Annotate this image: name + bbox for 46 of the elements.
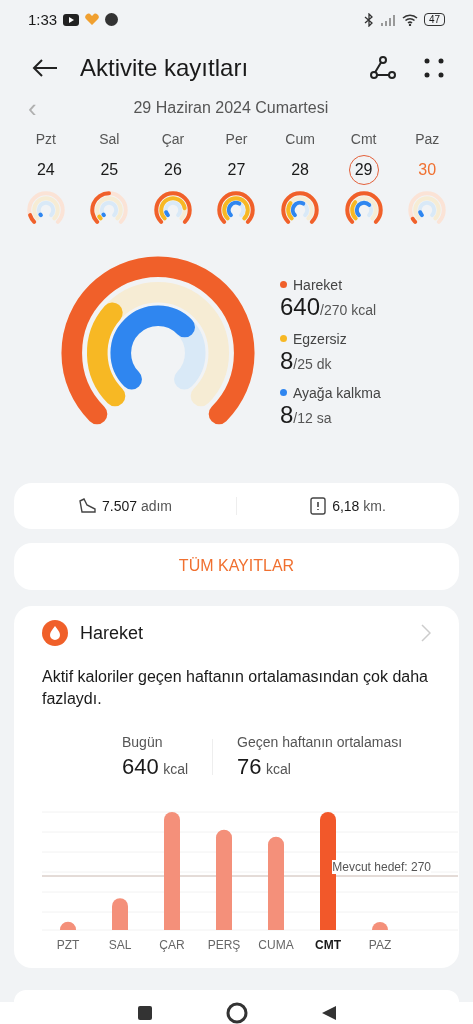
day-number[interactable]: 26 bbox=[157, 154, 188, 185]
recents-icon[interactable] bbox=[136, 1005, 153, 1021]
signal-icon bbox=[379, 13, 396, 26]
status-time: 1:33 bbox=[28, 11, 58, 29]
circle-icon bbox=[105, 13, 119, 27]
day-number[interactable]: 24 bbox=[30, 154, 61, 185]
day-number[interactable]: 27 bbox=[221, 154, 252, 185]
weekday-label: Cmt bbox=[350, 130, 377, 149]
video-icon bbox=[63, 13, 80, 26]
shoe-icon bbox=[77, 497, 96, 514]
axis-label: SAL bbox=[107, 938, 133, 953]
axis-label: PAZ bbox=[367, 938, 393, 953]
day-number[interactable]: 25 bbox=[94, 154, 125, 185]
page-title: Aktivite kayıtları bbox=[80, 54, 250, 83]
weekday-label: Pzt bbox=[35, 130, 56, 149]
heart-icon bbox=[85, 13, 100, 27]
legend-label: Ayağa kalkma bbox=[293, 384, 381, 401]
legend-label: Egzersiz bbox=[293, 330, 347, 347]
stat-label: Geçen haftanın ortalaması bbox=[237, 734, 403, 751]
weekday-label: Cum bbox=[285, 130, 315, 149]
axis-label: CMT bbox=[314, 938, 342, 953]
step-count: 7.507 adım bbox=[101, 497, 173, 514]
axis-label: CUMA bbox=[257, 938, 295, 953]
summary-message: Aktif kaloriler geçen haftanın ortalamasından çok daha fazlaydı. bbox=[42, 667, 429, 710]
weekday-label: Çar bbox=[161, 130, 185, 149]
weekday-label: Paz bbox=[415, 130, 440, 149]
back-nav-icon[interactable] bbox=[320, 1005, 337, 1021]
legend-label: Hareket bbox=[293, 276, 343, 293]
stat-label: Bugün bbox=[122, 734, 164, 751]
home-icon[interactable] bbox=[225, 1002, 248, 1024]
flame-icon bbox=[42, 620, 68, 647]
date-label: 29 Haziran 2024 Cumartesi bbox=[132, 99, 330, 117]
goal-line-label: Mevcut hedef: 270 bbox=[332, 860, 431, 875]
card-title: Hareket bbox=[80, 622, 145, 644]
stat-value: 76 kcal bbox=[237, 754, 292, 781]
stat-value: 640 kcal bbox=[122, 754, 189, 781]
axis-label: PERŞ bbox=[206, 938, 242, 953]
axis-label: PZT bbox=[55, 938, 81, 953]
battery-indicator: 47 bbox=[423, 13, 445, 27]
axis-label: ÇAR bbox=[158, 938, 186, 953]
day-number[interactable]: 28 bbox=[285, 154, 316, 185]
weekday-label: Sal bbox=[99, 130, 120, 149]
weekday-label: Per bbox=[225, 130, 248, 149]
bluetooth-icon bbox=[363, 12, 374, 27]
wifi-icon bbox=[401, 13, 418, 26]
distance: 6,18 km. bbox=[332, 497, 386, 514]
